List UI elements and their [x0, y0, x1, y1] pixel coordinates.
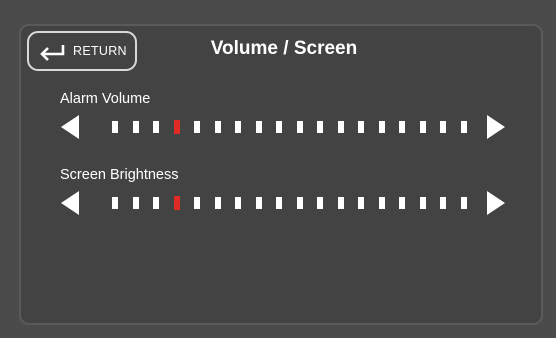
slider-tick[interactable] [399, 121, 405, 133]
slider-tick[interactable] [358, 197, 364, 209]
triangle-right-icon[interactable] [484, 190, 506, 216]
slider-tick[interactable] [112, 197, 118, 209]
alarm-volume-label: Alarm Volume [60, 91, 151, 107]
slider-tick[interactable] [194, 197, 200, 209]
slider-tick[interactable] [379, 197, 385, 209]
slider-tick[interactable] [153, 121, 159, 133]
slider-tick[interactable] [194, 121, 200, 133]
slider-tick[interactable] [133, 197, 139, 209]
triangle-right-icon[interactable] [484, 114, 506, 140]
slider-tick[interactable] [317, 121, 323, 133]
slider-tick[interactable] [256, 197, 262, 209]
triangle-left-icon[interactable] [60, 190, 82, 216]
slider-tick[interactable] [235, 197, 241, 209]
slider-tick[interactable] [379, 121, 385, 133]
slider-tick[interactable] [153, 197, 159, 209]
slider-tick[interactable] [399, 197, 405, 209]
page-title: Volume / Screen [210, 38, 358, 59]
slider-tick[interactable] [256, 121, 262, 133]
slider-tick-current[interactable] [174, 120, 180, 134]
triangle-left-icon[interactable] [60, 114, 82, 140]
slider-tick[interactable] [235, 121, 241, 133]
slider-tick[interactable] [338, 197, 344, 209]
slider-tick[interactable] [420, 121, 426, 133]
device-screen: RETURN Volume / Screen Alarm Volume Scre… [0, 0, 556, 338]
screen-brightness-label: Screen Brightness [60, 167, 179, 183]
slider-tick[interactable] [297, 121, 303, 133]
slider-tick[interactable] [358, 121, 364, 133]
slider-tick[interactable] [440, 121, 446, 133]
slider-tick[interactable] [440, 197, 446, 209]
screen-brightness-slider[interactable] [58, 190, 510, 218]
slider-tick[interactable] [215, 197, 221, 209]
slider-tick[interactable] [276, 197, 282, 209]
slider-tick[interactable] [215, 121, 221, 133]
slider-tick[interactable] [133, 121, 139, 133]
slider-tick[interactable] [461, 121, 467, 133]
slider-tick[interactable] [297, 197, 303, 209]
slider-tick-current[interactable] [174, 196, 180, 210]
slider-tick[interactable] [420, 197, 426, 209]
alarm-volume-slider[interactable] [58, 114, 510, 142]
slider-tick[interactable] [276, 121, 282, 133]
slider-tick[interactable] [112, 121, 118, 133]
slider-tick[interactable] [461, 197, 467, 209]
slider-tick[interactable] [338, 121, 344, 133]
slider-tick[interactable] [317, 197, 323, 209]
